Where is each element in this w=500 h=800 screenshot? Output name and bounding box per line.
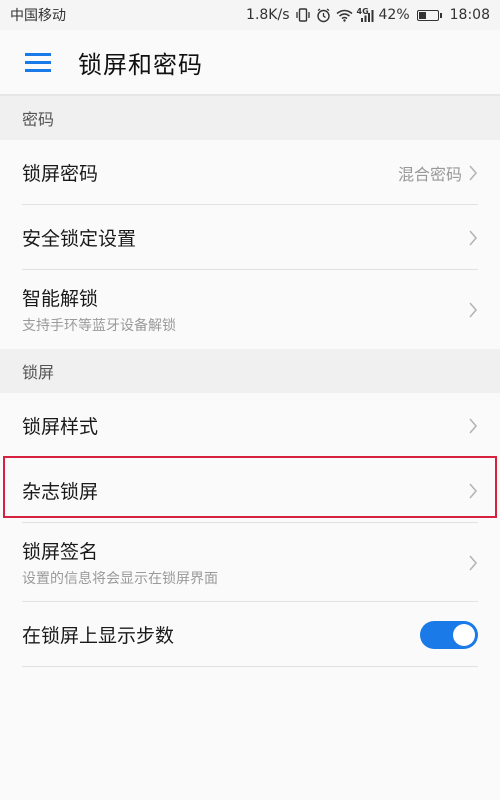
- network-type: 4G: [356, 6, 369, 16]
- section-header-password: 密码: [0, 96, 500, 140]
- row-title: 锁屏签名: [22, 541, 99, 563]
- row-title: 安全锁定设置: [22, 228, 137, 250]
- chevron-right-icon: [469, 417, 478, 434]
- network-speed: 1.8K/s: [246, 7, 290, 23]
- app-bar: 锁屏和密码: [0, 30, 500, 96]
- chevron-right-icon: [469, 229, 478, 246]
- magazine-lockscreen-row[interactable]: 杂志锁屏: [0, 458, 500, 523]
- chevron-right-icon: [469, 554, 478, 571]
- row-subtitle: 设置的信息将会显示在锁屏界面: [22, 571, 218, 587]
- vibrate-icon: [295, 8, 311, 22]
- security-lock-settings-row[interactable]: 安全锁定设置: [0, 205, 500, 270]
- smart-unlock-row[interactable]: 智能解锁 支持手环等蓝牙设备解锁: [0, 270, 500, 349]
- row-title: 锁屏样式: [22, 416, 99, 438]
- page-title: 锁屏和密码: [78, 50, 203, 79]
- row-subtitle: 支持手环等蓝牙设备解锁: [22, 318, 176, 334]
- alarm-icon: [316, 7, 331, 23]
- status-icons: 1.8K/s 4G 42% 18:08: [246, 6, 490, 24]
- show-steps-toggle[interactable]: [420, 620, 478, 649]
- show-steps-row: 在锁屏上显示步数: [0, 602, 500, 667]
- lockscreen-style-row[interactable]: 锁屏样式: [0, 393, 500, 458]
- chevron-right-icon: [469, 301, 478, 318]
- clock: 18:08: [449, 7, 490, 23]
- row-title: 智能解锁: [22, 288, 99, 310]
- row-value: 混合密码: [397, 164, 462, 184]
- section-header-lockscreen: 锁屏: [0, 349, 500, 393]
- lock-password-row[interactable]: 锁屏密码 混合密码: [0, 140, 500, 205]
- lockscreen-signature-row[interactable]: 锁屏签名 设置的信息将会显示在锁屏界面: [0, 523, 500, 602]
- toggle-knob: [453, 623, 475, 646]
- row-title: 在锁屏上显示步数: [22, 625, 175, 647]
- status-bar: 中国移动 1.8K/s 4G 42% 18:08: [0, 0, 500, 30]
- row-title: 锁屏密码: [22, 163, 99, 185]
- chevron-right-icon: [469, 482, 478, 499]
- chevron-right-icon: [469, 164, 478, 181]
- battery-icon: [416, 9, 442, 21]
- menu-button[interactable]: [0, 29, 78, 95]
- signal-icon: 4G: [356, 6, 374, 22]
- hamburger-menu-icon: [25, 52, 51, 72]
- wifi-icon: [336, 9, 353, 22]
- row-title: 杂志锁屏: [22, 481, 99, 503]
- divider: [22, 666, 478, 667]
- battery-percent: 42%: [378, 7, 410, 23]
- carrier-name: 中国移动: [10, 8, 66, 24]
